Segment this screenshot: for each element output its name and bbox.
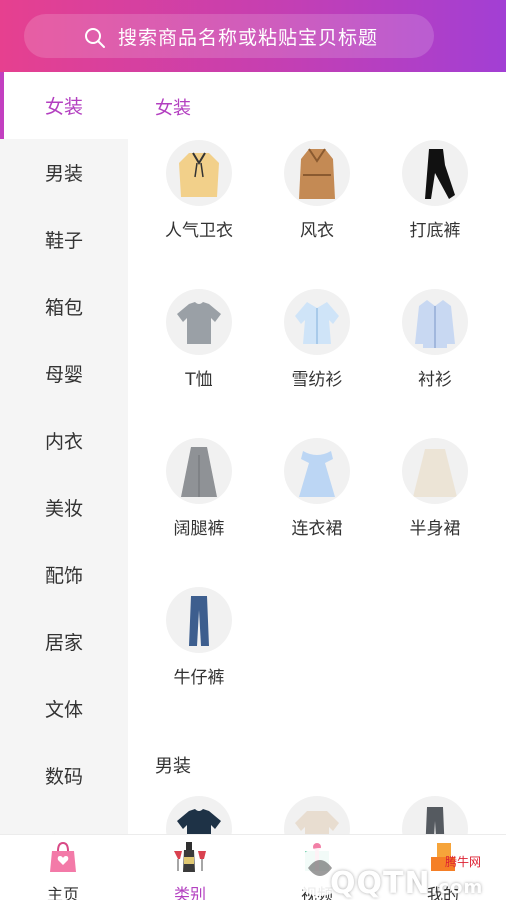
jeans-icon	[166, 587, 232, 653]
men-tshirt-icon	[166, 796, 232, 834]
category-item-men-sweater[interactable]	[258, 796, 376, 834]
section-title-men: 男装	[155, 756, 191, 777]
dress-icon	[284, 438, 350, 504]
tab-label-home: 主页	[46, 885, 79, 900]
sidebar-item-underwear[interactable]: 内衣	[0, 407, 128, 474]
tab-category[interactable]: 类别	[145, 841, 235, 900]
watermark-text: QQTN.com	[330, 866, 484, 900]
category-item-tshirt[interactable]: T恤	[140, 289, 258, 390]
sidebar-item-food[interactable]: 食品	[0, 809, 128, 834]
header: 搜索商品名称或粘贴宝贝标题	[0, 0, 506, 72]
category-item-men-pants[interactable]	[376, 796, 494, 834]
search-placeholder: 搜索商品名称或粘贴宝贝标题	[118, 26, 379, 49]
category-label: T恤	[185, 370, 213, 390]
search-bar[interactable]: 搜索商品名称或粘贴宝贝标题	[24, 14, 434, 58]
sidebar-item-beauty[interactable]: 美妆	[0, 474, 128, 541]
leggings-icon	[402, 140, 468, 206]
search-icon	[85, 28, 105, 48]
category-item-dress[interactable]: 连衣裙	[258, 438, 376, 539]
category-label: 连衣裙	[291, 519, 343, 539]
sidebar-item-men[interactable]: 男装	[0, 139, 128, 206]
category-label: 风衣	[300, 221, 334, 241]
sidebar-item-digital[interactable]: 数码	[0, 742, 128, 809]
sidebar-item-baby[interactable]: 母婴	[0, 340, 128, 407]
tab-label-category: 类别	[173, 885, 206, 900]
category-item-chiffon[interactable]: 雪纺衫	[258, 289, 376, 390]
category-sidebar: 女装 男装 鞋子 箱包 母婴 内衣 美妆 配饰 居家 文体 数码 食品	[0, 72, 128, 834]
shirt-icon	[402, 289, 468, 355]
category-label: 衬衫	[418, 370, 452, 390]
category-item-jeans[interactable]: 牛仔裤	[140, 587, 258, 688]
wine-bottle-icon	[174, 842, 206, 872]
watermark-cn: 腾牛网	[445, 855, 482, 869]
wide-leg-pants-icon	[166, 438, 232, 504]
sidebar-item-home[interactable]: 居家	[0, 608, 128, 675]
category-label: 打底裤	[409, 221, 461, 241]
tab-home[interactable]: 主页	[18, 841, 108, 900]
sidebar-item-accessories[interactable]: 配饰	[0, 541, 128, 608]
category-label: 雪纺衫	[291, 370, 343, 390]
category-item-skirt[interactable]: 半身裙	[376, 438, 494, 539]
tshirt-icon	[166, 289, 232, 355]
sidebar-item-women[interactable]: 女装	[0, 72, 128, 139]
section-title-women: 女装	[155, 98, 191, 119]
men-pants-icon	[402, 796, 468, 834]
men-sweater-icon	[284, 796, 350, 834]
category-item-wide-leg-pants[interactable]: 阔腿裤	[140, 438, 258, 539]
category-label: 人气卫衣	[165, 221, 233, 241]
category-item-shirt[interactable]: 衬衫	[376, 289, 494, 390]
category-item-men-tshirt[interactable]	[140, 796, 258, 834]
trench-coat-icon	[284, 140, 350, 206]
category-label: 半身裙	[409, 519, 461, 539]
category-item-hoodie[interactable]: 人气卫衣	[140, 140, 258, 241]
sidebar-item-sports[interactable]: 文体	[0, 675, 128, 742]
category-item-trench-coat[interactable]: 风衣	[258, 140, 376, 241]
chiffon-blouse-icon	[284, 289, 350, 355]
category-label: 牛仔裤	[173, 668, 225, 688]
skirt-icon	[402, 438, 468, 504]
category-content: 女装 人气卫衣 风衣 打底裤 T恤 雪纺衫 衬衫 阔腿裤 连衣裙 半身裙 牛仔裤…	[128, 72, 506, 834]
category-label: 阔腿裤	[173, 519, 225, 539]
shopping-bag-icon	[50, 841, 76, 872]
sidebar-item-bags[interactable]: 箱包	[0, 273, 128, 340]
hoodie-icon	[166, 140, 232, 206]
sidebar-item-shoes[interactable]: 鞋子	[0, 206, 128, 273]
category-item-leggings[interactable]: 打底裤	[376, 140, 494, 241]
